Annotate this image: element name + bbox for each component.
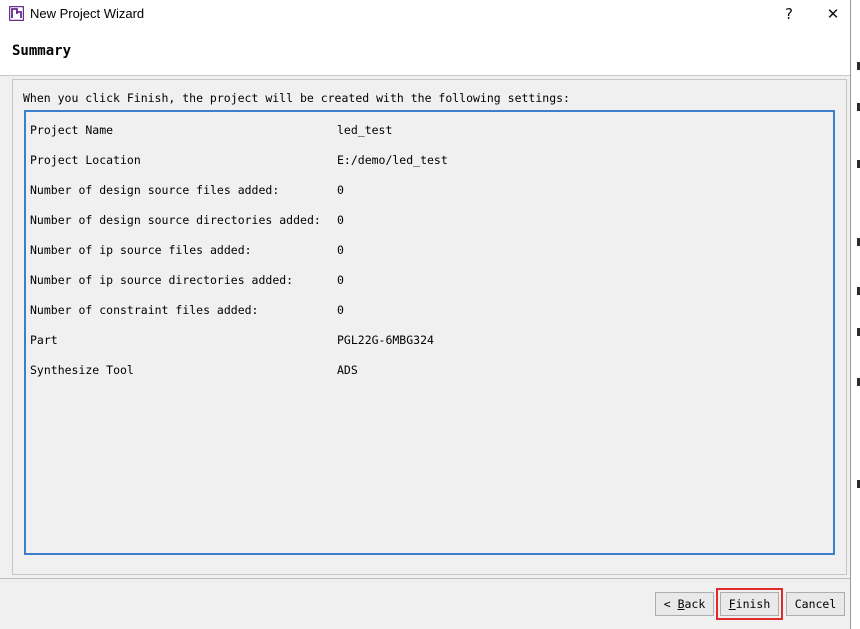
list-item: Synthesize Tool ADS (30, 363, 358, 379)
setting-value: 0 (337, 243, 344, 257)
list-item: Project Name led_test (30, 123, 392, 139)
back-mnemonic: B (677, 597, 685, 611)
setting-value: ADS (337, 363, 358, 377)
back-button[interactable]: < Back (655, 592, 714, 616)
setting-value: 0 (337, 303, 344, 317)
list-item: Part PGL22G-6MBG324 (30, 333, 434, 349)
list-item: Number of design source files added: 0 (30, 183, 344, 199)
help-button[interactable]: ? (767, 0, 811, 28)
setting-value: 0 (337, 183, 344, 197)
back-rest: ack (684, 597, 706, 611)
list-item: Number of design source directories adde… (30, 213, 344, 229)
finish-highlight-box (716, 588, 783, 620)
setting-label: Number of design source files added: (30, 183, 280, 197)
setting-label: Synthesize Tool (30, 363, 134, 377)
list-item: Number of ip source files added: 0 (30, 243, 344, 259)
setting-label: Project Location (30, 153, 141, 167)
close-button[interactable]: ✕ (811, 0, 855, 28)
page-title: Summary (12, 43, 72, 59)
new-project-wizard-window: New Project Wizard ? ✕ Summary When you … (0, 0, 851, 629)
settings-list: Project Name led_test Project Location E… (24, 110, 835, 555)
title-bar: New Project Wizard ? ✕ (0, 0, 850, 28)
setting-value: 0 (337, 273, 344, 287)
footer-divider (0, 578, 850, 579)
setting-value: led_test (337, 123, 393, 137)
intro-text: When you click Finish, the project will … (23, 91, 570, 105)
setting-value: 0 (337, 213, 344, 227)
setting-label: Part (30, 333, 58, 347)
background-window-edge (851, 0, 860, 629)
setting-label: Number of ip source files added: (30, 243, 252, 257)
summary-group: When you click Finish, the project will … (12, 79, 847, 575)
cancel-button[interactable]: Cancel (786, 592, 845, 616)
window-title: New Project Wizard (30, 6, 145, 21)
setting-value: E:/demo/led_test (337, 153, 448, 167)
wizard-header: Summary (0, 28, 850, 76)
list-item: Project Location E:/demo/led_test (30, 153, 448, 169)
list-item: Number of constraint files added: 0 (30, 303, 344, 319)
setting-label: Number of design source directories adde… (30, 213, 321, 227)
setting-label: Number of constraint files added: (30, 303, 259, 317)
pango-logo-icon (8, 5, 25, 22)
setting-label: Number of ip source directories added: (30, 273, 294, 287)
setting-value: PGL22G-6MBG324 (337, 333, 434, 347)
list-item: Number of ip source directories added: 0 (30, 273, 344, 289)
setting-label: Project Name (30, 123, 114, 137)
back-prefix: < (663, 597, 678, 611)
